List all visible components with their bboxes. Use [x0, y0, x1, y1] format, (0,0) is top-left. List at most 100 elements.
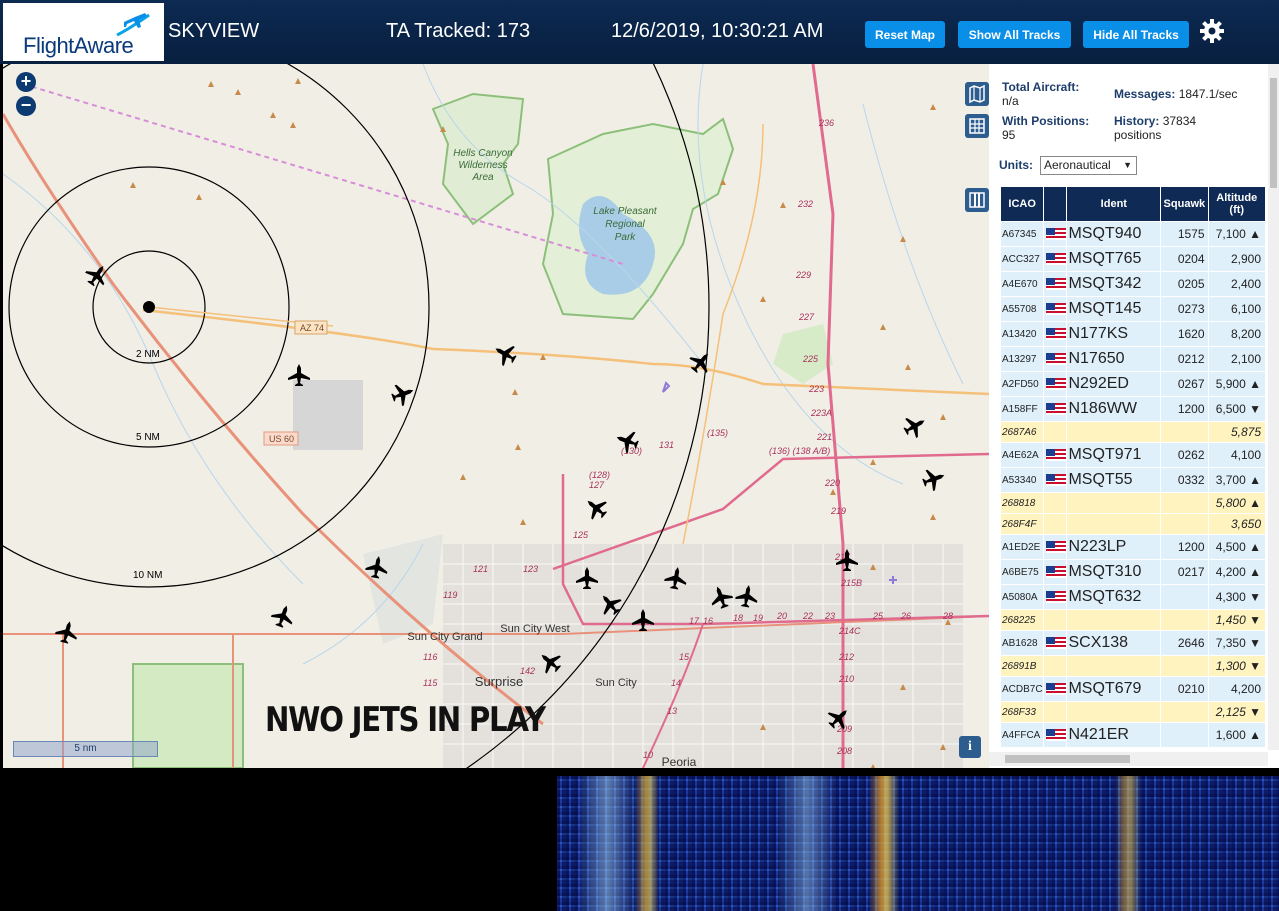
- table-row[interactable]: A13420 N177KS 1620 8,200: [1001, 322, 1265, 346]
- table-row[interactable]: A4FFCA N421ER 1,600 ▲: [1001, 723, 1265, 747]
- row-ident: MSQT940: [1067, 222, 1161, 246]
- row-flag: [1044, 677, 1067, 701]
- aircraft-marker[interactable]: [388, 379, 418, 409]
- wilderness-area: [431, 92, 525, 226]
- panel-horizontal-scrollbar[interactable]: [989, 752, 1268, 766]
- table-row[interactable]: 268F33 2,125 ▼: [1001, 702, 1265, 722]
- info-button[interactable]: i: [959, 736, 981, 758]
- zoom-out-button[interactable]: −: [16, 96, 36, 116]
- row-ident: [1067, 493, 1161, 513]
- signal-band: [777, 776, 837, 911]
- aircraft-marker[interactable]: [53, 618, 81, 646]
- road-label-131: 131: [659, 440, 674, 450]
- row-icao: AB1628: [1001, 631, 1044, 655]
- scrollbar-thumb[interactable]: [1270, 78, 1277, 188]
- table-row[interactable]: 26891B 1,300 ▼: [1001, 656, 1265, 676]
- site-title: SKYVIEW: [168, 20, 260, 42]
- map-layer-button[interactable]: [965, 82, 989, 106]
- road-label-220: 220: [824, 478, 840, 488]
- table-row[interactable]: 268225 1,450 ▼: [1001, 610, 1265, 630]
- hide-all-tracks-button[interactable]: Hide All Tracks: [1083, 21, 1189, 48]
- table-row[interactable]: A1ED2E N223LP 1200 4,500 ▲: [1001, 535, 1265, 559]
- scale-bar: 5 nm: [13, 741, 158, 757]
- scrollbar-thumb[interactable]: [1005, 755, 1130, 763]
- road-label-221: 221: [816, 432, 832, 442]
- table-row[interactable]: A4E670 MSQT342 0205 2,400: [1001, 272, 1265, 296]
- us-flag-icon: [1046, 378, 1067, 391]
- road-label-130: (130): [621, 446, 642, 456]
- table-row[interactable]: A13297 N17650 0212 2,100: [1001, 347, 1265, 371]
- bottom-left-pane: [0, 772, 513, 911]
- us-flag-icon: [1046, 278, 1067, 291]
- table-row[interactable]: 2687A6 5,875: [1001, 422, 1265, 442]
- table-row[interactable]: A4E62A MSQT971 0262 4,100: [1001, 443, 1265, 467]
- us-flag-icon: [1046, 541, 1067, 554]
- row-ident: [1067, 656, 1161, 676]
- road-label-23: 23: [824, 611, 835, 621]
- row-squawk: [1161, 585, 1208, 609]
- us-flag-icon: [1046, 591, 1067, 604]
- table-row[interactable]: A55708 MSQT145 0273 6,100: [1001, 297, 1265, 321]
- flightaware-logo[interactable]: FlightAware: [3, 3, 164, 61]
- aircraft-marker[interactable]: [919, 464, 949, 494]
- row-altitude: 2,400: [1208, 272, 1265, 296]
- row-altitude: 4,200: [1208, 677, 1265, 701]
- row-flag: [1044, 222, 1067, 246]
- row-ident: MSQT55: [1067, 468, 1161, 492]
- col-header-flag[interactable]: [1044, 187, 1067, 221]
- table-row[interactable]: 268F4F 3,650: [1001, 514, 1265, 534]
- row-ident: MSQT632: [1067, 585, 1161, 609]
- road-label-219: 219: [830, 506, 846, 516]
- aircraft-marker[interactable]: [899, 410, 931, 442]
- place-label-hells-canyon-2: Wilderness: [458, 160, 507, 171]
- row-squawk: 0262: [1161, 443, 1208, 467]
- row-squawk: 1620: [1161, 322, 1208, 346]
- aircraft-table-body: A67345 MSQT940 1575 7,100 ▲ ACC327 MSQT765 020…: [1001, 222, 1265, 747]
- aircraft-marker[interactable]: [580, 492, 612, 524]
- col-header-squawk[interactable]: Squawk: [1161, 187, 1208, 221]
- table-row[interactable]: A5080A MSQT632 4,300 ▼: [1001, 585, 1265, 609]
- ring-label-2nm: 2 NM: [136, 349, 160, 360]
- map-view[interactable]: 2 NM 5 NM 10 NM Hells Canyon Wilderness …: [3, 64, 989, 768]
- show-all-tracks-button[interactable]: Show All Tracks: [958, 21, 1071, 48]
- row-icao: A2FD50: [1001, 372, 1044, 396]
- row-flag: [1044, 535, 1067, 559]
- spectrogram-waterfall: [517, 772, 1279, 911]
- aircraft-table-container[interactable]: ICAO Ident Squawk Altitude (ft) A67345 MS…: [1000, 186, 1265, 748]
- row-flag: [1044, 493, 1067, 513]
- grid-layer-button[interactable]: [965, 114, 989, 138]
- columns-icon: [969, 192, 985, 208]
- zoom-in-button[interactable]: +: [16, 72, 36, 92]
- row-squawk: [1161, 493, 1208, 513]
- table-row[interactable]: 268818 5,800 ▲: [1001, 493, 1265, 513]
- table-row[interactable]: AB1628 SCX138 2646 7,350 ▼: [1001, 631, 1265, 655]
- road-label-135: (135): [707, 428, 728, 438]
- ring-label-10nm: 10 NM: [133, 570, 162, 581]
- col-header-altitude[interactable]: Altitude (ft): [1208, 187, 1265, 221]
- table-row[interactable]: A67345 MSQT940 1575 7,100 ▲: [1001, 222, 1265, 246]
- toggle-columns-button[interactable]: [965, 188, 989, 212]
- road-label-127: 127: [589, 480, 605, 490]
- road-label-223: 223: [808, 384, 824, 394]
- gear-icon[interactable]: [1199, 18, 1225, 44]
- panel-vertical-scrollbar[interactable]: [1268, 64, 1279, 750]
- road-label-22: 22: [802, 611, 813, 621]
- aircraft-marker[interactable]: [268, 601, 298, 631]
- table-row[interactable]: A6BE75 MSQT310 0217 4,200 ▲: [1001, 560, 1265, 584]
- map-canvas[interactable]: 2 NM 5 NM 10 NM Hells Canyon Wilderness …: [3, 64, 989, 768]
- row-ident: N292ED: [1067, 372, 1161, 396]
- units-select[interactable]: Aeronautical ▼: [1040, 156, 1137, 175]
- clock: 12/6/2019, 10:30:21 AM: [611, 20, 824, 42]
- table-row[interactable]: ACDB7C MSQT679 0210 4,200: [1001, 677, 1265, 701]
- row-altitude: 4,200 ▲: [1208, 560, 1265, 584]
- road-label-15: 15: [679, 652, 690, 662]
- col-header-icao[interactable]: ICAO: [1001, 187, 1044, 221]
- table-row[interactable]: A2FD50 N292ED 0267 5,900 ▲: [1001, 372, 1265, 396]
- road-label-25: 25: [872, 611, 884, 621]
- col-header-ident[interactable]: Ident: [1067, 187, 1161, 221]
- reset-map-button[interactable]: Reset Map: [865, 21, 945, 48]
- table-row[interactable]: A158FF N186WW 1200 6,500 ▼: [1001, 397, 1265, 421]
- table-row[interactable]: ACC327 MSQT765 0204 2,900: [1001, 247, 1265, 271]
- aircraft-marker[interactable]: [685, 346, 717, 378]
- table-row[interactable]: A53340 MSQT55 0332 3,700 ▲: [1001, 468, 1265, 492]
